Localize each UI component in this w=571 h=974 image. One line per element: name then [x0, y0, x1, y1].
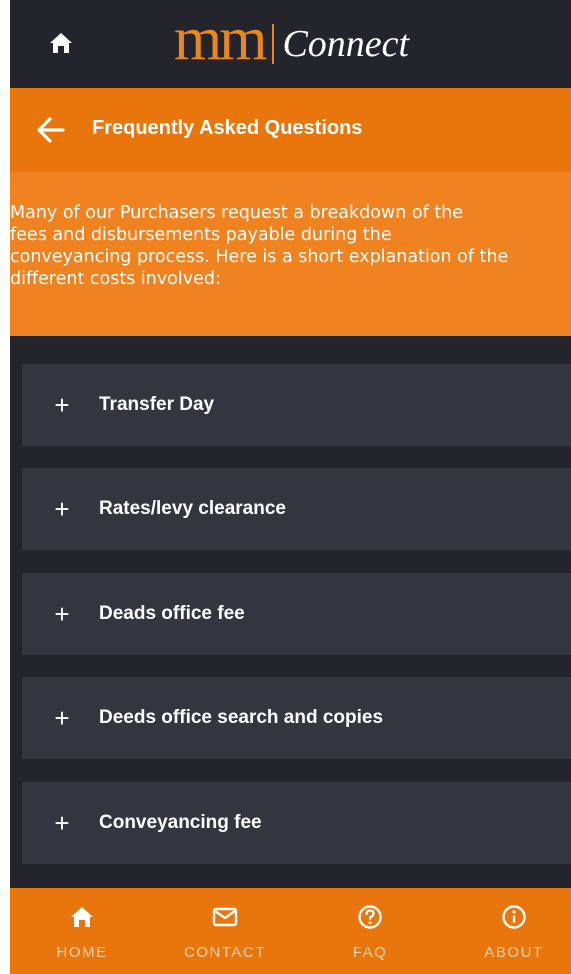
faq-item-label: Conveyancing fee [99, 812, 262, 833]
faq-item-deeds-office-search[interactable]: + Deeds office search and copies [22, 677, 571, 759]
nav-label: ABOUT [484, 944, 544, 961]
top-bar: mm Connect [10, 0, 571, 88]
plus-icon[interactable]: + [52, 597, 72, 631]
faq-item-conveyancing-fee[interactable]: + Conveyancing fee [22, 782, 571, 864]
nav-label: CONTACT [184, 944, 266, 961]
faq-item-deads-office-fee[interactable]: + Deads office fee [22, 573, 571, 655]
nav-label: HOME [56, 944, 108, 961]
faq-item-label: Deads office fee [99, 603, 245, 624]
nav-item-home[interactable]: HOME [32, 888, 132, 974]
bottom-nav: HOME CONTACT FAQ ABOUT [10, 888, 571, 974]
faq-item-rates-levy-clearance[interactable]: + Rates/levy clearance [22, 468, 571, 550]
nav-label: FAQ [352, 944, 388, 961]
plus-icon[interactable]: + [52, 701, 72, 735]
logo-divider [272, 24, 275, 64]
faq-item-label: Transfer Day [99, 394, 215, 415]
intro-panel: Many of our Purchasers request a breakdo… [10, 172, 571, 336]
info-circle-icon [501, 904, 527, 930]
nav-item-about[interactable]: ABOUT [464, 888, 564, 974]
home-icon [69, 904, 95, 930]
question-circle-icon [357, 904, 383, 930]
nav-item-faq[interactable]: FAQ [320, 888, 420, 974]
envelope-icon [212, 904, 238, 930]
title-bar: Frequently Asked Questions [10, 88, 571, 172]
app-logo: mm Connect [174, 8, 409, 80]
home-icon[interactable] [48, 30, 74, 56]
logo-mark: mm [174, 5, 267, 73]
page-title: Frequently Asked Questions [92, 117, 363, 139]
logo-text: Connect [282, 23, 410, 65]
plus-icon[interactable]: + [52, 388, 72, 422]
plus-icon[interactable]: + [52, 806, 72, 840]
faq-item-transfer-day[interactable]: + Transfer Day [22, 364, 571, 446]
faq-item-label: Rates/levy clearance [99, 498, 286, 519]
intro-text: Many of our Purchasers request a breakdo… [10, 203, 509, 289]
faq-item-label: Deeds office search and copies [99, 707, 384, 728]
nav-item-contact[interactable]: CONTACT [175, 888, 275, 974]
plus-icon[interactable]: + [52, 492, 72, 526]
app-screen: mm Connect Frequently Asked Questions Ma… [10, 0, 571, 974]
back-arrow-icon[interactable] [36, 116, 66, 144]
